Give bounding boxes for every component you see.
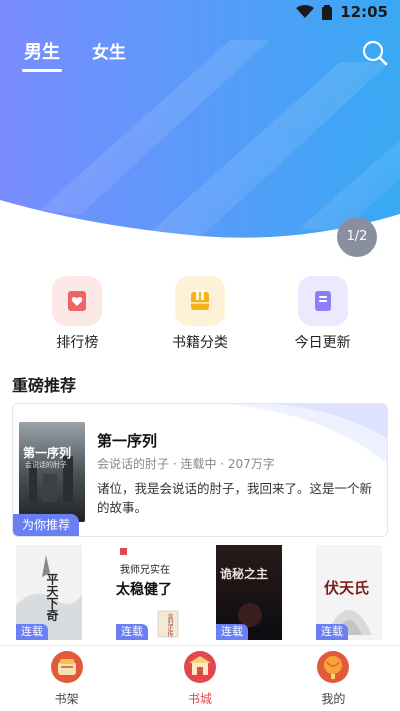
category-icon xyxy=(174,276,225,326)
entry-update[interactable]: 今日更新 xyxy=(268,276,378,352)
book-cover-subtitle: 我师兄实在 xyxy=(120,565,170,576)
status-time: 12:05 xyxy=(340,3,388,21)
bottom-navigation: 书架 书城 我的 xyxy=(0,645,400,711)
nav-bookshelf[interactable]: 书架 xyxy=(0,646,133,711)
book-cover-title: 平天下奇 xyxy=(45,573,59,621)
book-item[interactable]: 平天下奇 连载 xyxy=(16,545,82,640)
featured-book-desc: 诸位，我是会说话的肘子，我回来了。这是一个新的故事。 xyxy=(97,481,373,515)
entry-category-label: 书籍分类 xyxy=(171,335,228,351)
banner-pager: 1/2 xyxy=(337,217,377,257)
profile-icon xyxy=(317,651,350,683)
book-cover-title: 诡秘之主 xyxy=(220,567,269,581)
serial-badge: 连载 xyxy=(116,624,148,640)
book-cover-title: 伏天氏 xyxy=(324,579,370,597)
book-item[interactable]: 伏天氏 连载 xyxy=(316,545,382,640)
serial-badge: 连载 xyxy=(316,624,348,640)
bookshelf-icon xyxy=(50,651,83,683)
bookstore-icon xyxy=(183,651,216,683)
quick-entries: 排行榜 书籍分类 今日更新 xyxy=(0,276,400,352)
status-bar: 12:05 xyxy=(0,0,400,24)
featured-book-meta: 会说话的肘子 · 连载中 · 207万字 xyxy=(97,457,275,471)
featured-book-title: 第一序列 xyxy=(97,432,158,450)
nav-bookstore[interactable]: 书城 xyxy=(133,646,266,711)
serial-badge: 连载 xyxy=(16,624,48,640)
wifi-icon xyxy=(296,5,315,18)
featured-book-card[interactable]: 第一序列 会说话的肘子 为你推荐 第一序列 会说话的肘子 · 连载中 · 207… xyxy=(12,403,388,537)
battery-icon xyxy=(322,4,333,20)
entry-ranking[interactable]: 排行榜 xyxy=(22,276,132,352)
entry-ranking-label: 排行榜 xyxy=(56,335,99,351)
nav-profile[interactable]: 我的 xyxy=(267,646,400,711)
update-icon xyxy=(297,276,348,326)
nav-bookstore-label: 书城 xyxy=(187,692,212,706)
ranking-icon xyxy=(52,276,103,326)
book-item[interactable]: 诡秘之主 连载 xyxy=(216,545,282,640)
gender-tabs: 男生 女生 xyxy=(22,38,126,72)
book-item[interactable]: 我师兄实在 太稳健了 言归正传 连载 xyxy=(116,545,182,640)
featured-cover-title: 第一序列 xyxy=(23,446,72,460)
featured-cover-author: 会说话的肘子 xyxy=(25,461,67,469)
nav-bookshelf-label: 书架 xyxy=(54,692,79,706)
featured-book-cover: 第一序列 会说话的肘子 xyxy=(19,422,85,522)
book-cover-seal: 言归正传 xyxy=(166,613,173,637)
nav-profile-label: 我的 xyxy=(321,692,346,706)
section-title: 重磅推荐 xyxy=(12,376,77,395)
book-cover-title: 太稳健了 xyxy=(116,582,172,598)
recommend-badge: 为你推荐 xyxy=(13,514,79,536)
tab-male[interactable]: 男生 xyxy=(22,38,62,72)
tab-female[interactable]: 女生 xyxy=(92,38,126,64)
search-icon[interactable] xyxy=(360,38,390,68)
entry-category[interactable]: 书籍分类 xyxy=(145,276,255,352)
book-row: 平天下奇 连载 我师兄实在 太稳健了 言归正传 连载 诡秘之主 连载 伏天氏 连… xyxy=(0,545,400,640)
entry-update-label: 今日更新 xyxy=(294,335,351,351)
serial-badge: 连载 xyxy=(216,624,248,640)
